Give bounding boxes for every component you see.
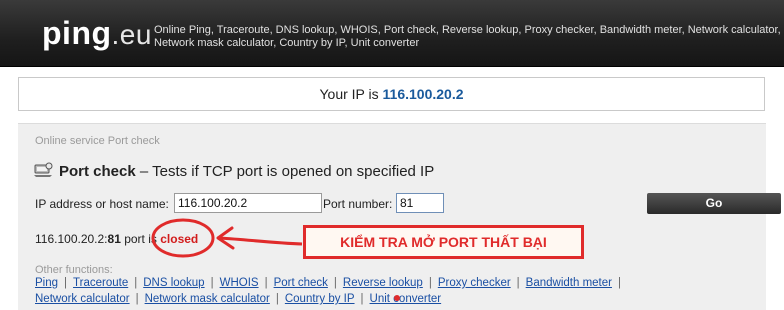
link-separator: |: [264, 277, 268, 289]
link-network-calculator[interactable]: Network calculator: [35, 293, 130, 305]
other-functions-row-1: Ping | Traceroute | DNS lookup | WHOIS | Port ch…: [35, 277, 627, 289]
port-label: Port number:: [323, 197, 393, 211]
site-logo[interactable]: ping.eu: [42, 16, 152, 52]
link-ping[interactable]: Ping: [35, 277, 58, 289]
logo-main: ping: [42, 15, 112, 51]
link-separator: |: [617, 277, 621, 289]
port-check-icon: [33, 162, 53, 178]
link-separator: |: [428, 277, 432, 289]
link-bandwidth-meter[interactable]: Bandwidth meter: [526, 277, 612, 289]
go-button[interactable]: Go: [647, 193, 781, 214]
link-port-check[interactable]: Port check: [274, 277, 328, 289]
link-separator: |: [275, 293, 279, 305]
link-country-by-ip[interactable]: Country by IP: [285, 293, 355, 305]
link-network-mask-calculator[interactable]: Network mask calculator: [145, 293, 270, 305]
port-check-form: IP address or host name: 116.100.20.2 Po…: [35, 193, 781, 215]
other-functions-label: Other functions:: [35, 264, 113, 276]
host-label: IP address or host name:: [35, 197, 169, 211]
page-subtitle: – Tests if TCP port is opened on specifi…: [139, 163, 435, 180]
result-port: 81: [107, 232, 121, 246]
logo-tld: .eu: [111, 19, 152, 50]
link-separator: |: [360, 293, 364, 305]
result-text: port is: [120, 232, 161, 246]
other-functions-row-2: Network calculator | Network mask calculat…: [35, 293, 441, 305]
your-ip-bar: Your IP is 116.100.20.2: [18, 77, 765, 111]
host-input[interactable]: 116.100.20.2: [174, 193, 322, 213]
site-tagline: Online Ping, Traceroute, DNS lookup, WHO…: [154, 24, 781, 49]
port-check-panel: Online service Port check Port check – T…: [18, 123, 781, 310]
link-unit-converter[interactable]: Unit converter: [370, 293, 442, 305]
site-header: ping.eu Online Ping, Traceroute, DNS loo…: [0, 0, 784, 66]
link-separator: |: [64, 277, 68, 289]
link-reverse-lookup[interactable]: Reverse lookup: [343, 277, 423, 289]
your-ip-prefix: Your IP is: [319, 86, 379, 102]
link-proxy-checker[interactable]: Proxy checker: [438, 277, 511, 289]
check-result: 116.100.20.2:81 port is closed: [35, 232, 198, 246]
link-dns-lookup[interactable]: DNS lookup: [143, 277, 204, 289]
link-whois[interactable]: WHOIS: [220, 277, 259, 289]
link-separator: |: [135, 293, 139, 305]
link-separator: |: [333, 277, 337, 289]
your-ip-value: 116.100.20.2: [382, 86, 464, 102]
page-title: Port check: [59, 163, 136, 180]
link-traceroute[interactable]: Traceroute: [73, 277, 128, 289]
link-separator: |: [210, 277, 214, 289]
page-title-row: Port check – Tests if TCP port is opened…: [33, 162, 434, 180]
result-status: closed: [160, 232, 199, 246]
annotation-box: KIỂM TRA MỞ PORT THẤT BẠI: [303, 225, 584, 259]
link-separator: |: [134, 277, 138, 289]
result-host: 116.100.20.2:: [35, 232, 108, 246]
link-separator: |: [516, 277, 520, 289]
breadcrumb: Online service Port check: [35, 135, 160, 147]
port-input[interactable]: 81: [396, 193, 444, 213]
